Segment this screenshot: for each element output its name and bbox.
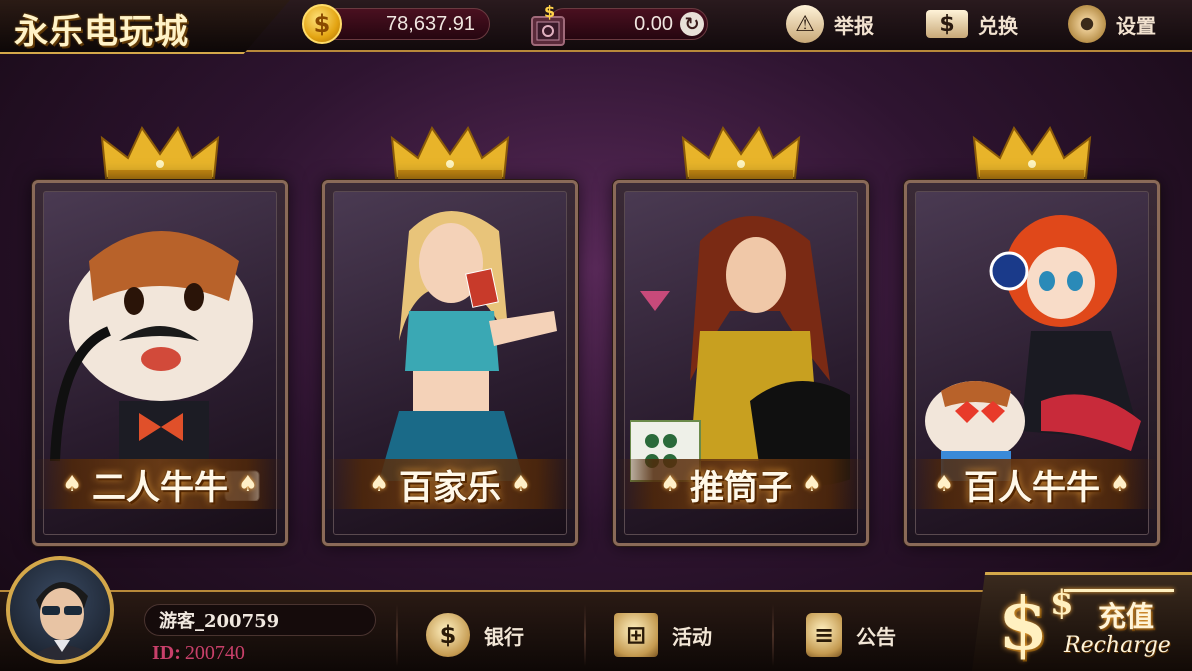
game-title: 百人牛牛	[964, 467, 1100, 508]
bank-balance-value: 0.00	[634, 12, 673, 35]
notice-button[interactable]: ≡ 公告	[806, 612, 896, 658]
game-label-bar: ♠ 二人牛牛 ♠	[35, 459, 285, 509]
settings-button[interactable]: 设置	[1068, 4, 1156, 44]
user-id-label: ID:	[152, 642, 181, 664]
crown-icon	[681, 125, 801, 180]
user-id-line: ID: 200740	[152, 642, 245, 665]
crown-icon	[972, 125, 1092, 180]
bank-button[interactable]: $ 银行	[426, 612, 524, 658]
spade-icon: ♠	[369, 471, 389, 497]
banknote-icon: $	[926, 10, 968, 38]
notice-label: 公告	[856, 624, 896, 649]
gear-icon	[1068, 5, 1106, 43]
spade-icon: ♠	[238, 471, 258, 497]
game-title: 百家乐	[399, 467, 501, 508]
exchange-button[interactable]: $ 兑换	[926, 4, 1018, 44]
user-avatar-icon	[28, 581, 98, 660]
coin-balance-value: 78,637.91	[386, 12, 475, 35]
settings-label: 设置	[1116, 13, 1156, 38]
coin-dollar-icon: $	[302, 4, 342, 44]
activity-button[interactable]: ⊞ 活动	[614, 612, 712, 658]
game-title: 二人牛牛	[92, 467, 228, 508]
key-line-decoration	[1064, 589, 1174, 592]
spade-icon: ♠	[660, 471, 680, 497]
bank-label: 银行	[484, 624, 524, 649]
document-icon: ≡	[806, 613, 842, 657]
game-label-bar: ♠ 百人牛牛 ♠	[907, 459, 1157, 509]
spade-icon: ♠	[62, 471, 82, 497]
mahjong-lady-art	[630, 216, 850, 486]
recharge-button[interactable]: $ $ 充值 Recharge	[972, 572, 1192, 671]
dealer-girl-art	[379, 211, 557, 481]
username: 游客_200759	[159, 611, 280, 632]
warning-icon: ⚠	[786, 5, 824, 43]
app-logo-title: 永乐电玩城	[14, 12, 189, 52]
bank-safe-icon: $	[531, 3, 565, 46]
refresh-icon[interactable]: ↻	[680, 12, 704, 36]
game-card-hundred-niuniu[interactable]: ♠ 百人牛牛 ♠	[904, 180, 1160, 546]
user-id-value: 200740	[184, 642, 245, 664]
activity-label: 活动	[672, 624, 712, 649]
divider	[584, 604, 586, 666]
username-box: 游客_200759	[144, 604, 376, 636]
crown-icon	[100, 125, 220, 180]
logo-plate: 永乐电玩城	[0, 0, 290, 54]
spade-icon: ♠	[1110, 471, 1130, 497]
game-card-two-player-niuniu[interactable]: ♠ 二人牛牛 ♠	[32, 180, 288, 546]
dollar-icon: $	[998, 581, 1049, 666]
svg-text:$: $	[544, 3, 555, 21]
divider	[772, 604, 774, 666]
divider	[396, 604, 398, 666]
report-button[interactable]: ⚠ 举报	[786, 4, 874, 44]
game-label-bar: ♠ 百家乐 ♠	[325, 459, 575, 509]
bull-and-girl-art	[925, 215, 1141, 481]
report-label: 举报	[834, 13, 874, 38]
spade-icon: ♠	[802, 471, 822, 497]
spade-icon: ♠	[934, 471, 954, 497]
exchange-label: 兑换	[978, 13, 1018, 38]
game-card-push-tongzi[interactable]: ♠ 推筒子 ♠	[613, 180, 869, 546]
game-title: 推筒子	[690, 467, 792, 508]
gift-icon: ⊞	[614, 613, 658, 657]
bull-mascot-art	[50, 231, 260, 501]
spade-icon: ♠	[511, 471, 531, 497]
recharge-label: 充值	[1098, 600, 1155, 633]
crown-icon	[390, 125, 510, 180]
recharge-label-en: Recharge	[1064, 633, 1171, 658]
coin-balance-box: 78,637.91	[320, 8, 490, 40]
dollar-coin-icon: $	[426, 613, 470, 657]
avatar[interactable]	[6, 556, 114, 664]
game-label-bar: ♠ 推筒子 ♠	[616, 459, 866, 509]
game-card-baccarat[interactable]: ♠ 百家乐 ♠	[322, 180, 578, 546]
